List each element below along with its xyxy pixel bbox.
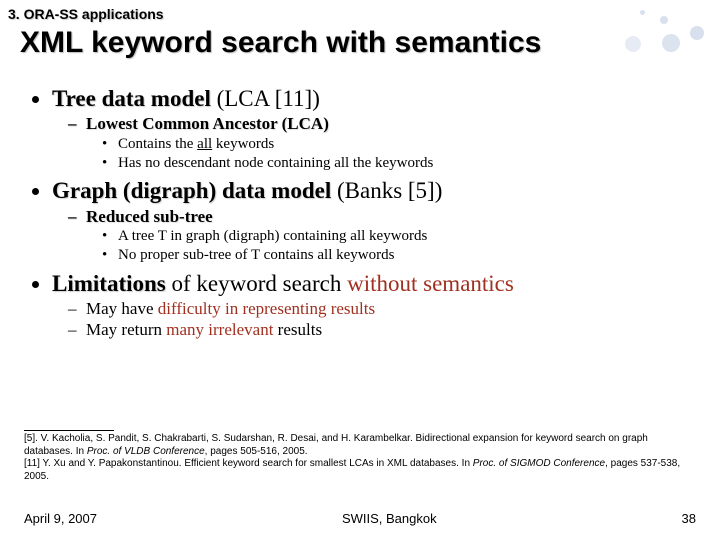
ref-11: [11] Y. Xu and Y. Papakonstantinou. Effi… bbox=[24, 458, 696, 483]
sub-lca: Lowest Common Ancestor (LCA) Contains th… bbox=[86, 114, 710, 172]
section-label: 3. ORA-SS applications bbox=[8, 6, 164, 22]
ref-5-c: , pages 505-516, 2005. bbox=[205, 446, 308, 457]
sub-lca-label: Lowest Common Ancestor (LCA) bbox=[86, 114, 329, 133]
sub-irr-c: results bbox=[273, 320, 322, 339]
sub-diff-b: difficulty in representing results bbox=[158, 299, 375, 318]
bullet-tree-paren: (LCA [11]) bbox=[211, 86, 320, 111]
ref-11-a: [11] Y. Xu and Y. Papakonstantinou. Effi… bbox=[24, 458, 473, 469]
sub-irr-b: many irrelevant bbox=[166, 320, 273, 339]
detail-contains-b: all bbox=[197, 136, 212, 152]
references: [5]. V. Kacholia, S. Pandit, S. Chakraba… bbox=[24, 430, 696, 483]
bullet-lim-lead: Limitations bbox=[52, 271, 166, 296]
bullet-graph-paren: (Banks [5]) bbox=[331, 178, 442, 203]
detail-contains: Contains the all keywords bbox=[118, 135, 710, 154]
slide: 3. ORA-SS applications XML keyword searc… bbox=[0, 0, 720, 540]
bullet-tree: Tree data model (LCA [11]) Lowest Common… bbox=[52, 86, 710, 172]
bullet-graph: Graph (digraph) data model (Banks [5]) R… bbox=[52, 178, 710, 264]
sub-irrelevant: May return many irrelevant results bbox=[86, 320, 710, 340]
bullet-limitations: Limitations of keyword search without se… bbox=[52, 271, 710, 341]
footer-date: April 9, 2007 bbox=[24, 511, 97, 526]
sub-irr-a: May return bbox=[86, 320, 166, 339]
ref-11-b: Proc. of SIGMOD Conference bbox=[473, 458, 605, 469]
footer: April 9, 2007 SWIIS, Bangkok 38 bbox=[24, 511, 696, 526]
sub-reduced-label: Reduced sub-tree bbox=[86, 207, 213, 226]
detail-contains-c: keywords bbox=[212, 136, 274, 152]
footer-venue: SWIIS, Bangkok bbox=[342, 511, 437, 526]
detail-no-desc: Has no descendant node containing all th… bbox=[118, 154, 710, 173]
ref-5-b: Proc. of VLDB Conference bbox=[87, 446, 205, 457]
sub-diff-a: May have bbox=[86, 299, 158, 318]
detail-no-proper: No proper sub-tree of T contains all key… bbox=[118, 246, 710, 265]
sub-reduced: Reduced sub-tree A tree T in graph (digr… bbox=[86, 207, 710, 265]
bullet-lim-tail: without semantics bbox=[347, 271, 514, 296]
detail-contains-a: Contains the bbox=[118, 136, 197, 152]
bullet-graph-lead: Graph (digraph) data model bbox=[52, 178, 331, 203]
footer-page: 38 bbox=[682, 511, 696, 526]
slide-title: XML keyword search with semantics bbox=[20, 26, 541, 60]
content-area: Tree data model (LCA [11]) Lowest Common… bbox=[10, 86, 710, 347]
decoration-dots bbox=[600, 8, 720, 68]
bullet-tree-lead: Tree data model bbox=[52, 86, 211, 111]
sub-difficulty: May have difficulty in representing resu… bbox=[86, 299, 710, 319]
detail-tree-in-graph: A tree T in graph (digraph) containing a… bbox=[118, 227, 710, 246]
references-rule bbox=[24, 430, 114, 431]
bullet-lim-mid: of keyword search bbox=[166, 271, 347, 296]
ref-5: [5]. V. Kacholia, S. Pandit, S. Chakraba… bbox=[24, 433, 696, 458]
